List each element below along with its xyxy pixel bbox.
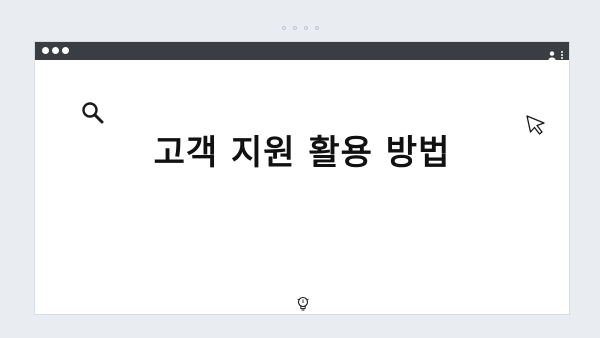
window-control-dot[interactable] bbox=[62, 47, 69, 54]
window-control-dot[interactable] bbox=[52, 47, 59, 54]
window-control-dot[interactable] bbox=[42, 47, 49, 54]
kebab-menu-icon[interactable] bbox=[561, 50, 563, 59]
pagination-dot bbox=[281, 26, 286, 30]
pagination-dots bbox=[0, 26, 600, 30]
pagination-dot bbox=[303, 26, 308, 30]
browser-window: 고객 지원 활용 방법 bbox=[34, 41, 570, 315]
page-title: 고객 지원 활용 방법 bbox=[153, 133, 451, 173]
search-icon bbox=[81, 101, 105, 129]
lightbulb-icon bbox=[297, 296, 309, 316]
slide-content: 고객 지원 활용 방법 bbox=[35, 60, 569, 315]
window-titlebar bbox=[35, 42, 569, 60]
pagination-dot bbox=[314, 26, 319, 30]
window-controls bbox=[42, 47, 69, 54]
pagination-dot bbox=[292, 26, 297, 30]
